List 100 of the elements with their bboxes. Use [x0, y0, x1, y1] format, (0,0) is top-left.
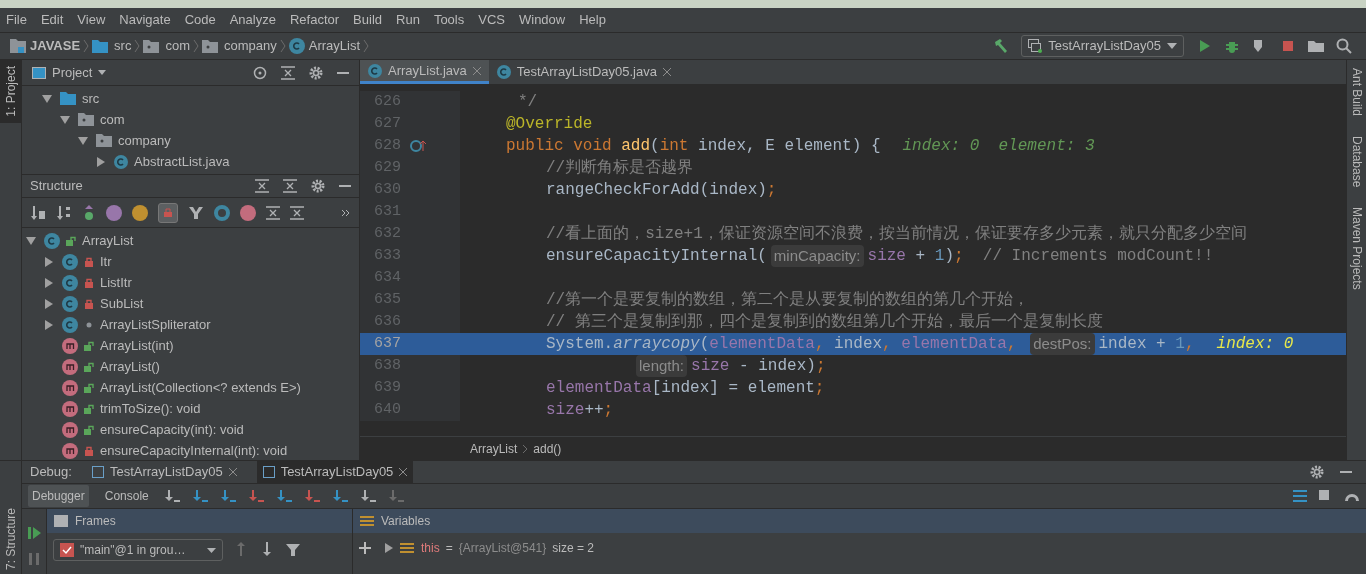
hammer-icon[interactable] — [993, 38, 1010, 54]
menu-item[interactable]: Analyze — [229, 10, 276, 30]
tool-window-tab[interactable]: Ant Build — [1347, 68, 1366, 117]
close-icon[interactable] — [228, 468, 237, 476]
close-icon[interactable] — [472, 66, 481, 75]
collapse-icon[interactable] — [281, 65, 295, 80]
plus-icon[interactable] — [359, 542, 371, 554]
filter-icon[interactable] — [285, 542, 301, 558]
tree-item[interactable]: ArrayList(int) — [100, 335, 174, 356]
expanded-arrow-icon[interactable] — [78, 135, 88, 146]
tree-item[interactable]: ArrayList() — [100, 356, 160, 377]
collapsed-arrow-icon[interactable] — [44, 256, 54, 267]
expand-all-icon[interactable] — [255, 179, 269, 193]
tree-item[interactable]: ListItr — [100, 272, 132, 293]
debug-action-icon[interactable] — [248, 488, 265, 504]
tree-item[interactable]: trimToSize(): void — [100, 398, 201, 419]
minimize-icon[interactable] — [337, 71, 349, 74]
stop-icon[interactable] — [1280, 38, 1296, 54]
tree-item[interactable]: src — [82, 88, 100, 109]
menu-item[interactable]: View — [77, 10, 106, 30]
run-configuration-dropdown[interactable]: TestArrayListDay05 — [1021, 35, 1184, 57]
menu-item[interactable]: Run — [396, 10, 420, 30]
menu-item[interactable]: Build — [353, 10, 382, 30]
menu-item[interactable]: Code — [184, 10, 216, 30]
breadcrumb-item[interactable]: src — [114, 36, 132, 56]
tree-item[interactable]: SubList — [100, 293, 144, 314]
menu-item[interactable]: Window — [518, 10, 566, 30]
tool-window-tab[interactable]: Database — [1347, 136, 1366, 188]
menu-item[interactable]: Help — [579, 10, 606, 30]
collapsed-arrow-icon[interactable] — [44, 298, 54, 309]
editor-tab[interactable]: TestArrayListDay05.java — [488, 60, 679, 84]
menu-item[interactable]: File — [6, 10, 27, 30]
debug-action-icon[interactable] — [360, 488, 377, 504]
variables-icon[interactable] — [359, 513, 375, 529]
breadcrumb-item[interactable]: ArrayList — [470, 439, 518, 458]
tree-item[interactable]: ArrayList(Collection<? extends E>) — [100, 377, 301, 398]
debug-action-icon[interactable] — [192, 488, 209, 504]
menu-item[interactable]: Refactor — [289, 10, 340, 30]
debug-action-icon[interactable] — [220, 488, 237, 504]
lambda-icon[interactable] — [240, 204, 256, 221]
property-icon[interactable] — [106, 204, 122, 221]
tree-item[interactable]: ArrayListSpliterator — [100, 314, 211, 335]
fork-icon[interactable] — [188, 204, 204, 221]
inherited-icon[interactable] — [82, 204, 96, 221]
project-tool-tab[interactable]: 1: Project — [0, 60, 21, 123]
resume-icon[interactable] — [26, 525, 42, 541]
expanded-arrow-icon[interactable] — [42, 93, 52, 104]
sort-alpha-icon[interactable] — [56, 204, 72, 221]
close-icon[interactable] — [399, 468, 408, 476]
tool-window-tab[interactable]: Maven Projects — [1347, 207, 1366, 291]
collapse-icon[interactable] — [290, 205, 304, 220]
dropdown-caret-icon[interactable] — [98, 70, 107, 75]
settings-icon[interactable] — [311, 179, 325, 193]
menu-item[interactable]: VCS — [478, 10, 505, 30]
debug-tab[interactable]: TestArrayListDay05 — [85, 461, 243, 483]
tree-item[interactable]: ensureCapacityInternal(int): void — [100, 440, 288, 460]
tree-item[interactable]: Itr — [100, 251, 112, 272]
breadcrumb-item[interactable]: com — [165, 36, 190, 56]
debug-action-icon[interactable] — [332, 488, 349, 504]
debug-subtab[interactable]: Console — [100, 485, 153, 507]
tree-item[interactable]: AbstractList.java — [134, 151, 230, 172]
tree-item[interactable]: company — [118, 130, 171, 151]
collapse-all-icon[interactable] — [283, 179, 297, 193]
debug-action-icon[interactable] — [304, 488, 321, 504]
editor-tab[interactable]: ArrayList.java — [360, 60, 489, 84]
close-icon[interactable] — [662, 68, 671, 76]
panel-title[interactable]: Project — [52, 62, 93, 83]
ring-icon[interactable] — [214, 204, 230, 221]
list-icon[interactable] — [1292, 488, 1308, 504]
settings-icon[interactable] — [1310, 465, 1324, 479]
menu-item[interactable]: Edit — [40, 10, 64, 30]
thread-dropdown[interactable]: "main"@1 in grou… — [53, 539, 223, 561]
override-marker-icon[interactable] — [410, 139, 428, 153]
menu-item[interactable]: Navigate — [119, 10, 171, 30]
search-icon[interactable] — [1336, 38, 1352, 54]
collapsed-arrow-icon[interactable] — [44, 277, 54, 288]
target-icon[interactable] — [253, 65, 267, 80]
debug-tab[interactable]: TestArrayListDay05 — [256, 461, 414, 483]
settings-icon[interactable] — [309, 65, 323, 80]
structure-tool-tab[interactable]: 7: Structure — [1, 507, 20, 570]
expand-icon[interactable] — [266, 205, 280, 220]
breadcrumb-item[interactable]: ArrayList — [308, 36, 361, 56]
lock-toggle[interactable] — [158, 202, 178, 223]
breadcrumb-item[interactable]: add() — [533, 439, 562, 458]
breadcrumb-item[interactable]: JAVASE — [30, 36, 81, 56]
more-icon[interactable] — [341, 208, 351, 217]
debug-action-icon[interactable] — [276, 488, 293, 504]
breadcrumb-item[interactable]: company — [224, 36, 277, 56]
tree-item[interactable]: com — [100, 109, 125, 130]
sort-icon[interactable] — [30, 204, 46, 221]
tree-item[interactable]: ArrayList — [82, 230, 134, 251]
expanded-arrow-icon[interactable] — [60, 114, 70, 125]
field-icon[interactable] — [132, 204, 148, 221]
variables-icon[interactable] — [399, 540, 415, 556]
debug-subtab[interactable]: Debugger — [28, 485, 89, 507]
folder-icon[interactable] — [1308, 38, 1324, 54]
collapsed-arrow-icon[interactable] — [385, 543, 393, 553]
collapsed-arrow-icon[interactable] — [44, 319, 54, 330]
menu-item[interactable]: Tools — [433, 10, 465, 30]
tree-item[interactable]: ensureCapacity(int): void — [100, 419, 244, 440]
